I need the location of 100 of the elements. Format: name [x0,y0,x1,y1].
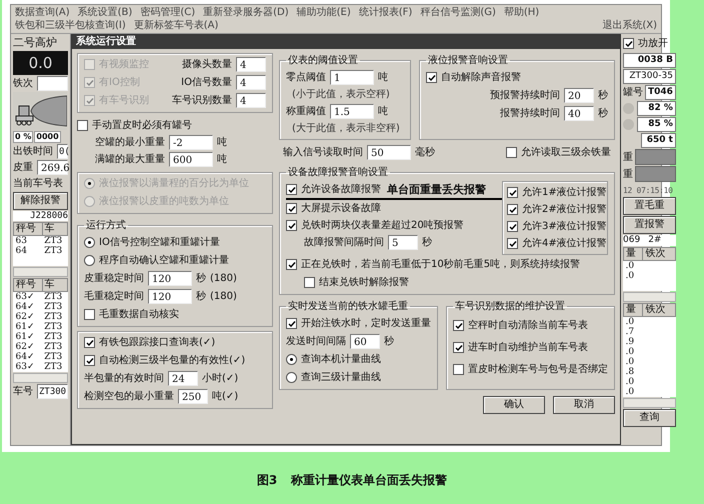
default-note: (180) [210,272,237,286]
column-header[interactable]: 铁次 [642,248,676,260]
column-header[interactable]: 车 [42,278,68,292]
field-label: 预报警持续时间 [490,88,560,103]
input-field[interactable]: 120 [148,271,192,286]
table-cell: .9 [626,337,634,347]
menu-item[interactable]: 辅助功能(E) [296,6,351,19]
section-label: 当前车号表 [13,176,64,191]
action-button[interactable]: 置毛重 [623,197,676,215]
percent-display: 0 % [13,131,34,143]
menu-item[interactable]: 统计报表(F) [358,6,412,19]
input-field[interactable]: 5 [388,235,418,250]
input-field[interactable]: 120 [148,289,192,304]
checkbox-label: 允许读取三级余铁量 [521,146,611,160]
checkbox-label: 有铁包跟踪接口查询表(✓) [99,336,216,350]
table-cell: 63 [16,236,27,246]
menu-item[interactable]: 数据查询(A) [15,6,70,19]
input-field[interactable]: 60 [350,334,380,349]
column-header[interactable]: 车 [42,222,68,236]
group-title: 仪表的阈值设置 [287,54,359,67]
checkbox-label: 功放开 [638,36,668,51]
table-cell: .0 [626,377,634,387]
checkbox-label: 允许4#液位计报警 [522,236,607,251]
clear-alarm-button[interactable]: 解除报警 [13,192,68,210]
field-label: 罐号 [623,86,643,100]
input-field[interactable]: 40 [564,106,594,121]
table-cell: ZT3 [44,342,62,352]
input-field[interactable]: 0( [57,144,68,159]
field-label: 重 [623,168,633,182]
input-field[interactable]: 4 [236,93,266,108]
group-title: 运行方式 [85,218,127,232]
field-label: IO信号数量 [181,76,232,90]
table-cell: ZT3 [44,362,62,372]
unit-label: 小时(✓) [202,372,238,386]
unit-label: 秒 [422,236,432,250]
table-cell: .8 [626,367,634,377]
input-field[interactable]: 1.5 [330,104,374,119]
input-field[interactable]: 1 [330,70,374,85]
input-field[interactable]: 24 [168,371,198,386]
dialog-title: 系统运行设置 [72,35,620,49]
table-cell: .0 [626,387,634,397]
unit-label: 吨 [217,136,227,150]
table-cell: 62✓ [16,312,35,322]
input-field[interactable]: 250 [178,389,208,404]
column-header[interactable]: 铁次 [642,304,676,316]
input-field[interactable]: ZT300 [37,384,68,399]
table-cell: .0 [626,357,634,367]
radio-label: 液位报警以皮重的吨数为单位 [99,194,229,209]
radio-label: 查询三级计量曲线 [301,370,381,385]
menu-item[interactable]: 秤台信号监测(G) [420,6,496,19]
menu-item[interactable]: 密码管理(C) [140,6,196,19]
menu-item[interactable]: 退出系统(X) [602,19,657,32]
unit-label: 吨 [217,152,227,167]
menu-item[interactable]: 更新标签车号表(A) [134,19,218,32]
query-button[interactable]: 查询 [623,409,676,427]
field-label: 空罐的最小重量 [95,136,165,150]
menu-item[interactable]: 系统设置(B) [78,6,132,19]
value-display: 85 % [637,117,676,132]
dialog-button[interactable]: 取消 [553,396,615,414]
table-cell: 63✓ [16,362,35,372]
menu-item[interactable]: 帮助(H) [504,6,540,19]
table-cell: 64✓ [16,352,35,362]
input-field[interactable]: 50 [367,145,411,160]
menu-item[interactable]: 铁包和三级半包核查询(I) [15,19,126,32]
table-cell: ZT3 [44,332,62,342]
column-header[interactable]: 秤号 [14,222,42,236]
checkbox-label: 兑铁时两块仪表量差超过20吨预报警 [301,218,464,233]
field-label: 称重阈值 [286,104,326,119]
input-field[interactable]: -2 [169,135,213,150]
menu-item[interactable]: 重新登录服务器(D) [203,6,289,19]
dialog-button[interactable]: 确认 [483,396,545,414]
figure-number: 图3 [256,472,278,489]
radio-label: 液位报警以满量程的百分比为单位 [99,176,249,191]
table-cell: ZT3 [44,292,62,302]
input-field[interactable]: 600 [169,152,213,167]
group-title: 液位报警音响设置 [427,54,509,67]
checkbox-label: 有IO控制 [99,76,140,90]
value-display: ZT300-35 [623,69,676,84]
input-field[interactable]: 20 [564,88,594,103]
ladle-number: 2# [648,235,662,246]
group-title: 实时发送当前的铁水罐毛重 [287,300,409,313]
checkbox-label: 置皮时检测车号与包号是否绑定 [468,362,608,377]
input-field[interactable]: 4 [236,57,266,72]
table-cell: 62✓ [16,342,35,352]
table-cell: .0 [626,261,634,271]
action-button[interactable]: 置报警 [623,216,676,234]
radio-label: 查询本机计量曲线 [301,352,381,367]
column-header[interactable]: 量 [624,248,643,260]
table-cell: .0 [626,271,634,281]
unit-label: 秒 [196,290,206,304]
column-header[interactable]: 量 [624,304,643,316]
table-cell: 61✓ [16,332,35,342]
column-header[interactable]: 秤号 [14,278,42,292]
field-label: 皮重 [13,160,33,175]
checkbox-label: 有视频监控 [99,58,149,72]
field-label: 满罐的最大重量 [95,152,165,167]
field-label: 重 [623,150,633,164]
input-field[interactable]: 4 [236,75,266,90]
input-field[interactable]: 269.6 [37,160,68,175]
checkbox-label: 进车时自动维护当前车号表 [468,340,588,355]
